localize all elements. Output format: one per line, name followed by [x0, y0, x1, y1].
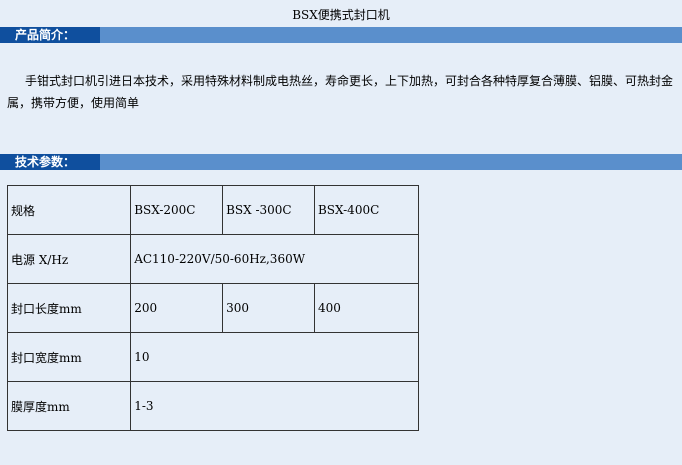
row-label-power: 电源 X/Hz: [6, 234, 132, 284]
row-label-model: 规格: [6, 185, 132, 235]
table-cell: 200: [130, 283, 224, 333]
table-cell: 400: [313, 283, 420, 333]
spec-section-bar: 技术参数：: [0, 154, 682, 170]
table-row: 膜厚度mm 1-3: [6, 381, 419, 431]
table-cell: BSX -300C: [222, 185, 315, 235]
row-label-seal-width: 封口宽度mm: [6, 332, 132, 382]
page-title: BSX便携式封口机: [292, 8, 390, 22]
table-cell: 1-3: [130, 381, 419, 431]
intro-heading: 产品简介：: [15, 28, 76, 42]
row-label-seal-length: 封口长度mm: [6, 283, 132, 333]
table-row: 封口宽度mm 10: [6, 332, 419, 382]
table-row: 电源 X/Hz AC110-220V/50-60Hz,360W: [6, 234, 419, 284]
intro-section-bar: 产品简介：: [0, 27, 682, 43]
table-row: 封口长度mm 200 300 400: [6, 283, 420, 333]
spec-heading: 技术参数：: [15, 155, 76, 169]
table-cell: 300: [222, 283, 315, 333]
table-row: 规格 BSX-200C BSX -300C BSX-400C: [6, 185, 420, 235]
intro-text: 手钳式封口机引进日本技术，采用特殊材料制成电热丝，寿命更长，上下加热，可封合各种…: [7, 74, 674, 110]
table-cell: BSX-200C: [130, 185, 224, 235]
table-cell: AC110-220V/50-60Hz,360W: [130, 234, 419, 284]
table-cell: BSX-400C: [313, 185, 420, 235]
spec-table: 规格 BSX-200C BSX -300C BSX-400C 电源 X/Hz A…: [6, 185, 420, 431]
row-label-film-thickness: 膜厚度mm: [6, 381, 132, 431]
table-cell: 10: [130, 332, 419, 382]
